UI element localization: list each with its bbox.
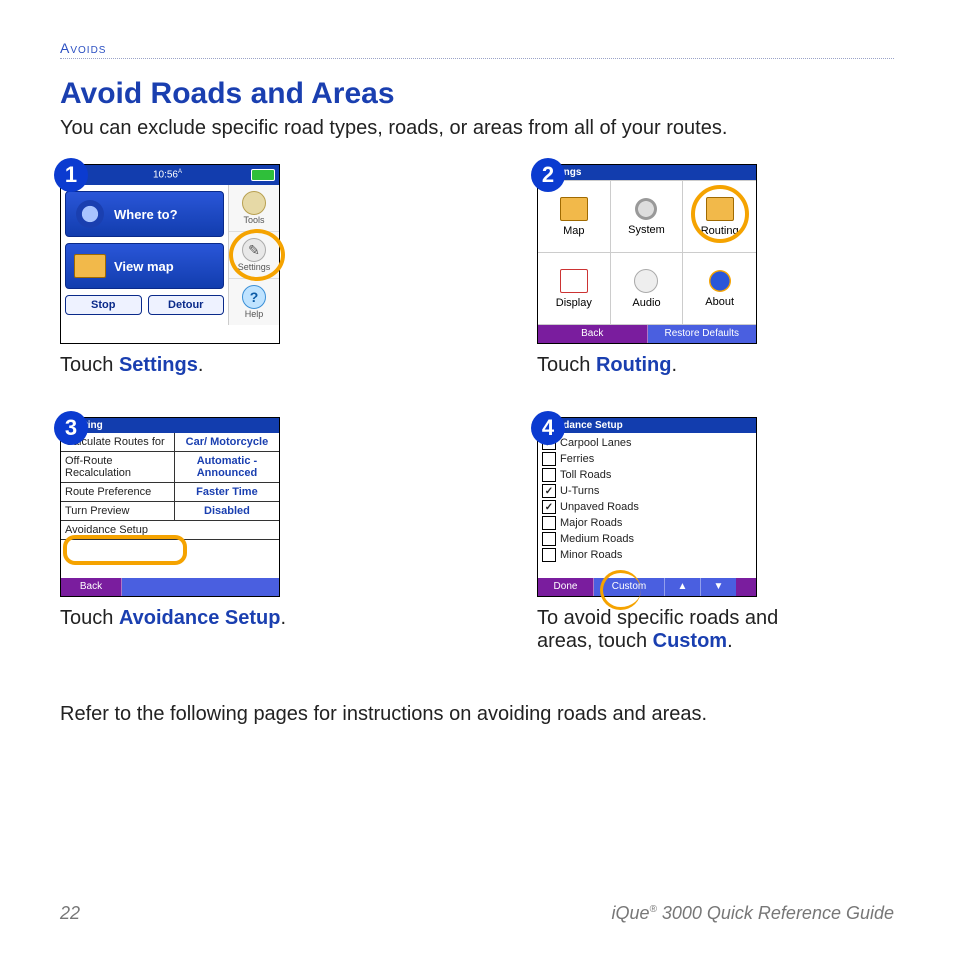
scroll-down[interactable]: ▼	[701, 578, 736, 596]
checkbox[interactable]	[542, 452, 556, 466]
routing-table: Calculate Routes forCar/ Motorcycle Off-…	[61, 433, 279, 540]
settings-routing[interactable]: Routing	[683, 181, 756, 253]
checkbox[interactable]	[542, 548, 556, 562]
device-avoidance: Avoidance Setup ✓Carpool LanesFerriesTol…	[537, 417, 757, 597]
view-map-button[interactable]: View map	[65, 243, 224, 289]
screen-title: Routing	[61, 418, 279, 433]
stop-button[interactable]: Stop	[65, 295, 142, 315]
step-2: 2 Settings Map System Routing Display Au…	[537, 164, 894, 377]
avoidance-label: Carpool Lanes	[560, 437, 632, 449]
caption-4: To avoid specific roads and areas, touch…	[537, 607, 817, 653]
avoidance-item[interactable]: Major Roads	[542, 516, 752, 530]
footer-bar: Done Custom ▲ ▼	[538, 578, 756, 596]
settings-audio[interactable]: Audio	[611, 253, 684, 325]
section-tag: Avoids	[60, 40, 894, 56]
row-calc[interactable]: Calculate Routes forCar/ Motorcycle	[61, 433, 279, 452]
route-icon	[706, 197, 734, 221]
settings-system[interactable]: System	[611, 181, 684, 253]
row-recalc[interactable]: Off-Route RecalculationAutomatic - Annou…	[61, 452, 279, 483]
checkbox[interactable]	[542, 516, 556, 530]
page-footer: 22 iQue® 3000 Quick Reference Guide	[60, 903, 894, 924]
audio-icon	[634, 269, 658, 293]
avoidance-list: ✓Carpool LanesFerriesToll Roads✓U-Turns✓…	[538, 433, 756, 577]
checkbox[interactable]	[542, 468, 556, 482]
step-badge: 2	[531, 158, 565, 192]
avoidance-label: Ferries	[560, 453, 594, 465]
settings-about[interactable]: About	[683, 253, 756, 325]
step-badge: 1	[54, 158, 88, 192]
caption-1: Touch Settings.	[60, 354, 340, 377]
tools-icon	[242, 191, 266, 215]
step-3: 3 Routing Calculate Routes forCar/ Motor…	[60, 417, 417, 653]
avoidance-item[interactable]: Toll Roads	[542, 468, 752, 482]
avoidance-label: Major Roads	[560, 517, 622, 529]
avoidance-item[interactable]: Minor Roads	[542, 548, 752, 562]
avoidance-label: Minor Roads	[560, 549, 622, 561]
avoidance-item[interactable]: ✓Carpool Lanes	[542, 436, 752, 450]
view-map-label: View map	[114, 259, 174, 274]
checkbox[interactable]	[542, 532, 556, 546]
settings-display[interactable]: Display	[538, 253, 611, 325]
step-1: 1 10:56A Where to? View map	[60, 164, 417, 377]
back-button[interactable]: Back	[538, 325, 648, 343]
guide-title: iQue® 3000 Quick Reference Guide	[611, 903, 894, 924]
caption-3: Touch Avoidance Setup.	[60, 607, 340, 630]
device-home: 10:56A Where to? View map Stop Detour	[60, 164, 280, 344]
where-to-button[interactable]: Where to?	[65, 191, 224, 237]
checkbox[interactable]: ✓	[542, 500, 556, 514]
highlight-ring	[600, 570, 641, 610]
done-button[interactable]: Done	[538, 578, 594, 596]
avoidance-item[interactable]: Medium Roads	[542, 532, 752, 546]
avoidance-item[interactable]: ✓ Unpaved Roads	[542, 500, 752, 514]
screen-title: Settings	[538, 165, 756, 180]
avoidance-label: Medium Roads	[560, 533, 634, 545]
row-pref[interactable]: Route PreferenceFaster Time	[61, 483, 279, 502]
bottom-note: Refer to the following pages for instruc…	[60, 703, 894, 726]
where-to-label: Where to?	[114, 207, 178, 222]
intro-text: You can exclude specific road types, roa…	[60, 117, 894, 140]
gear-icon: ✎	[242, 238, 266, 262]
screen-title: Avoidance Setup	[538, 418, 756, 433]
gear-icon	[635, 198, 657, 220]
about-icon	[709, 270, 731, 292]
page-title: Avoid Roads and Areas	[60, 77, 894, 111]
footer-bar: Back	[61, 578, 279, 596]
row-avoidance[interactable]: Avoidance Setup	[61, 521, 279, 540]
custom-button[interactable]: Custom	[594, 578, 665, 596]
sidebar-tools[interactable]: Tools	[229, 185, 279, 232]
step-4: 4 Avoidance Setup ✓Carpool LanesFerriesT…	[537, 417, 894, 653]
step-badge: 3	[54, 411, 88, 445]
back-button[interactable]: Back	[61, 578, 122, 596]
clock: 10:56A	[153, 169, 182, 180]
sidebar-settings[interactable]: ✎Settings	[229, 232, 279, 279]
battery-icon	[251, 169, 275, 181]
divider	[60, 58, 894, 59]
display-icon	[560, 269, 588, 293]
footer-bar: Back Restore Defaults	[538, 325, 756, 343]
page-number: 22	[60, 903, 80, 924]
help-icon: ?	[242, 285, 266, 309]
avoidance-label: U-Turns	[560, 485, 599, 497]
device-settings: Settings Map System Routing Display Audi…	[537, 164, 757, 344]
caption-2: Touch Routing.	[537, 354, 817, 377]
map-icon	[72, 248, 108, 284]
avoidance-item[interactable]: Ferries	[542, 452, 752, 466]
checkbox[interactable]: ✓	[542, 484, 556, 498]
avoidance-item[interactable]: ✓ U-Turns	[542, 484, 752, 498]
scroll-up[interactable]: ▲	[665, 578, 701, 596]
map-icon	[560, 197, 588, 221]
step-badge: 4	[531, 411, 565, 445]
avoidance-label: Toll Roads	[560, 469, 611, 481]
row-turnpreview[interactable]: Turn PreviewDisabled	[61, 502, 279, 521]
search-icon	[72, 196, 108, 232]
avoidance-label: Unpaved Roads	[560, 501, 639, 513]
restore-defaults-button[interactable]: Restore Defaults	[648, 325, 757, 343]
sidebar-help[interactable]: ?Help	[229, 279, 279, 325]
footer-spacer	[122, 578, 279, 596]
detour-button[interactable]: Detour	[148, 295, 225, 315]
device-routing: Routing Calculate Routes forCar/ Motorcy…	[60, 417, 280, 597]
